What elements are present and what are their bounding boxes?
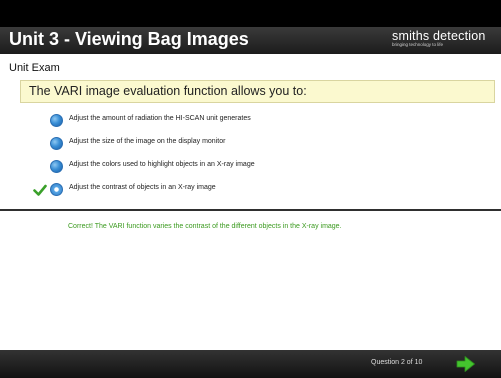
- question-box: The VARI image evaluation function allow…: [20, 80, 495, 103]
- section-title: Unit Exam: [9, 62, 60, 74]
- answer-option-label: Adjust the colors used to highlight obje…: [69, 161, 255, 168]
- divider: [0, 209, 501, 211]
- answer-option-label: Adjust the amount of radiation the HI-SC…: [69, 115, 251, 122]
- radio-button-icon[interactable]: [50, 137, 63, 150]
- answer-option-4[interactable]: Adjust the contrast of objects in an X-r…: [0, 181, 501, 199]
- top-band: [0, 0, 501, 27]
- header-bar: Unit 3 - Viewing Bag Images smiths detec…: [0, 27, 501, 54]
- footer-bar: Question 2 of 10: [0, 350, 501, 378]
- exam-content: Unit Exam The VARI image evaluation func…: [0, 54, 501, 350]
- page-title: Unit 3 - Viewing Bag Images: [9, 29, 249, 49]
- answer-option-1[interactable]: Adjust the amount of radiation the HI-SC…: [0, 112, 501, 130]
- radio-button-icon[interactable]: [50, 160, 63, 173]
- checkmark-icon: [33, 184, 47, 196]
- radio-button-selected-icon[interactable]: [50, 183, 63, 196]
- feedback-text: Correct! The VARI function varies the co…: [68, 223, 342, 230]
- answer-option-2[interactable]: Adjust the size of the image on the disp…: [0, 135, 501, 153]
- brand-name: smiths detection: [392, 29, 486, 43]
- answer-option-label: Adjust the size of the image on the disp…: [69, 138, 226, 145]
- brand-logo: smiths detection bringing technology to …: [392, 29, 486, 47]
- answer-option-label: Adjust the contrast of objects in an X-r…: [69, 184, 216, 191]
- answer-option-3[interactable]: Adjust the colors used to highlight obje…: [0, 158, 501, 176]
- radio-button-icon[interactable]: [50, 114, 63, 127]
- question-progress: Question 2 of 10: [371, 359, 423, 366]
- question-text: The VARI image evaluation function allow…: [29, 84, 307, 98]
- next-arrow-icon[interactable]: [456, 355, 476, 373]
